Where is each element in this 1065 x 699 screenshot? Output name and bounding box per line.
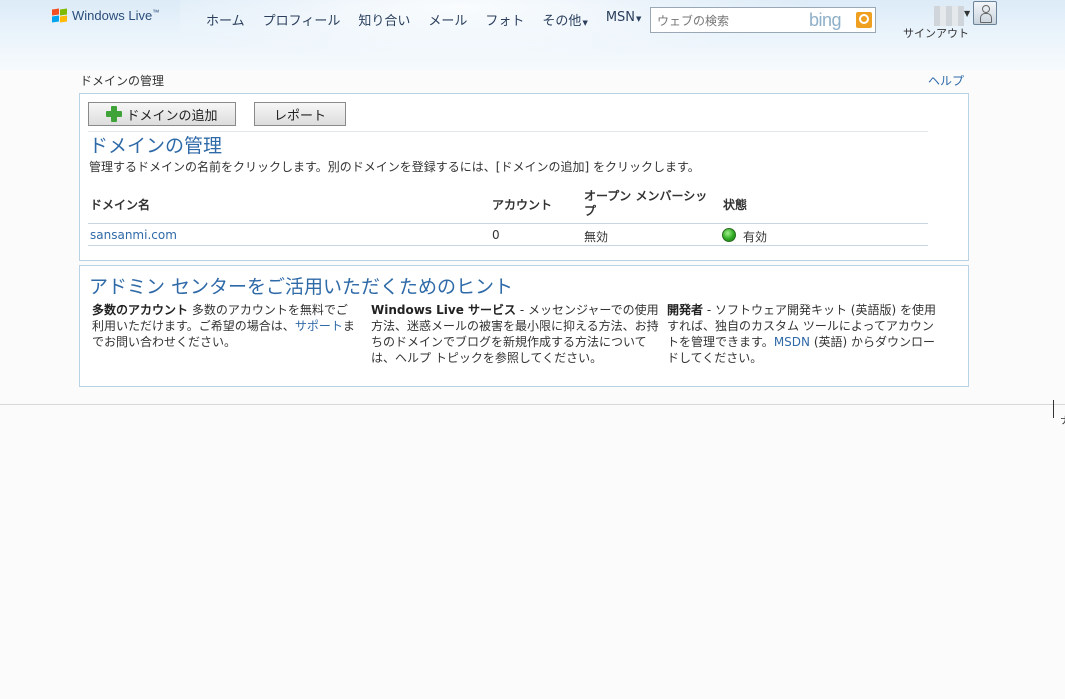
web-search-box: bing bbox=[650, 7, 876, 33]
domain-link[interactable]: sansanmi.com bbox=[90, 228, 177, 242]
divider bbox=[0, 404, 1065, 405]
divider bbox=[88, 245, 928, 246]
user-avatar-icon[interactable] bbox=[973, 1, 997, 25]
column-header-accounts[interactable]: アカウント bbox=[492, 196, 552, 213]
nav-home[interactable]: ホーム bbox=[206, 10, 245, 29]
nav-people[interactable]: 知り合い bbox=[358, 10, 410, 29]
tips-panel: アドミン センターをご活用いただくためのヒント 多数のアカウント 多数のアカウン… bbox=[79, 265, 969, 387]
open-membership-value: 無効 bbox=[584, 230, 609, 244]
chevron-down-icon: ▼ bbox=[636, 15, 642, 23]
report-button[interactable]: レポート bbox=[254, 102, 346, 126]
status-ok-icon bbox=[722, 228, 736, 242]
divider bbox=[88, 223, 928, 224]
text-cursor bbox=[1053, 400, 1054, 418]
windows-flag-icon bbox=[52, 8, 68, 23]
tip-many-accounts: 多数のアカウント 多数のアカウントを無料でご利用いただけます。ご希望の場合は、サ… bbox=[92, 302, 358, 350]
nav-profile[interactable]: プロフィール bbox=[263, 10, 341, 29]
search-icon[interactable] bbox=[856, 12, 872, 28]
breadcrumb: ドメインの管理 bbox=[80, 74, 165, 88]
accounts-count: 0 bbox=[492, 228, 500, 242]
add-domain-label: ドメインの追加 bbox=[126, 108, 218, 124]
report-label: レポート bbox=[273, 108, 326, 124]
signout-link[interactable]: サインアウト bbox=[903, 25, 969, 41]
nav-mail[interactable]: メール bbox=[428, 10, 467, 29]
plus-icon bbox=[106, 106, 123, 122]
bing-logo: bing bbox=[809, 10, 842, 30]
msdn-link[interactable]: MSDN bbox=[774, 335, 810, 349]
chevron-down-icon: ▼ bbox=[582, 19, 588, 27]
chevron-down-icon[interactable]: ▼ bbox=[964, 9, 970, 18]
column-header-open-membership[interactable]: オープン メンバーシップ bbox=[584, 189, 714, 219]
add-domain-button[interactable]: ドメインの追加 bbox=[88, 102, 236, 126]
windows-live-logo[interactable]: Windows Live™ bbox=[52, 8, 159, 23]
search-input[interactable] bbox=[655, 11, 809, 31]
logo-text: Windows Live™ bbox=[72, 8, 160, 23]
main-nav: ホーム プロフィール 知り合い メール フォト その他▼ MSN▼ bbox=[206, 10, 659, 29]
column-header-domain[interactable]: ドメイン名 bbox=[90, 196, 150, 213]
nav-photos[interactable]: フォト bbox=[485, 10, 524, 29]
nav-more[interactable]: その他▼ bbox=[542, 10, 587, 29]
user-name-blurred[interactable] bbox=[934, 6, 964, 26]
tip-developer: 開発者 - ソフトウェア開発キット (英語版) を使用すれば、独自のカスタム ツ… bbox=[667, 302, 939, 366]
tip-heading: 多数のアカウント bbox=[92, 303, 189, 317]
column-header-status[interactable]: 状態 bbox=[723, 196, 747, 213]
section-title: ドメインの管理 bbox=[89, 135, 223, 157]
section-description: 管理するドメインの名前をクリックします。別のドメインを登録するには、[ドメインの… bbox=[89, 160, 700, 174]
nav-msn[interactable]: MSN▼ bbox=[606, 10, 642, 29]
status-value: 有効 bbox=[743, 230, 768, 244]
tip-heading: 開発者 bbox=[667, 303, 704, 317]
header-bar: Windows Live™ ホーム プロフィール 知り合い メール フォト その… bbox=[0, 0, 1065, 70]
domain-management-panel: ドメインの追加 レポート ドメインの管理 管理するドメインの名前をクリックします… bbox=[79, 93, 969, 261]
tip-windows-live-services: Windows Live サービス - メッセンジャーでの使用方法、迷惑メールの… bbox=[371, 302, 659, 366]
tip-heading: Windows Live サービス bbox=[371, 303, 517, 317]
support-link[interactable]: サポート bbox=[295, 319, 343, 333]
cursor-fragment: ナ bbox=[1060, 412, 1065, 427]
tips-title: アドミン センターをご活用いただくためのヒント bbox=[89, 276, 514, 298]
help-link[interactable]: ヘルプ bbox=[928, 72, 964, 89]
